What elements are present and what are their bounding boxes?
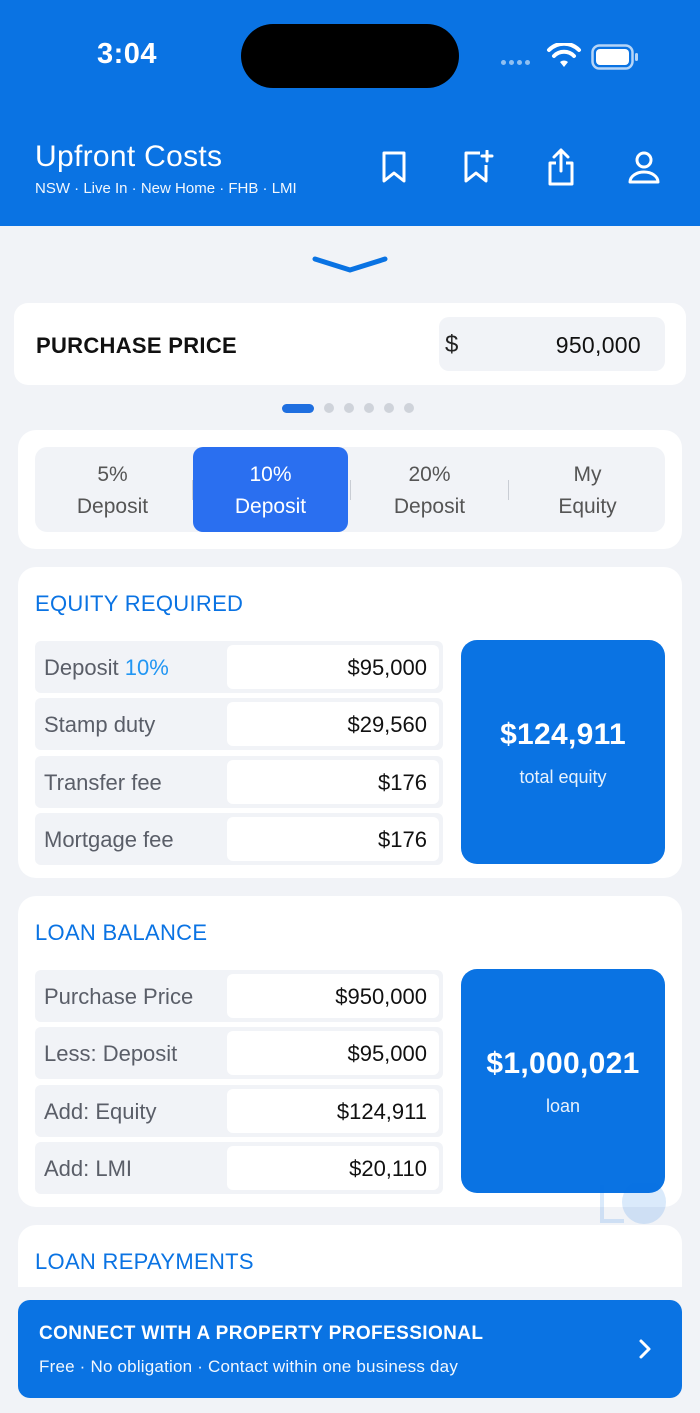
bookmark-add-button[interactable]: [458, 146, 498, 188]
chevron-down-icon[interactable]: [312, 254, 388, 274]
equity-row-mortgage-fee: Mortgage fee $176: [35, 813, 443, 865]
row-value-box: $124,911: [227, 1089, 439, 1133]
loan-balance-section: LOAN BALANCE Purchase Price $950,000 Les…: [18, 896, 682, 1207]
equity-row-stamp-duty: Stamp duty $29,560: [35, 698, 443, 750]
tab-label-bottom: Deposit: [393, 495, 466, 518]
bookmark-button[interactable]: [374, 146, 414, 188]
page-indicator: [282, 403, 414, 413]
row-value: $176: [378, 770, 427, 795]
loan-row-add-equity: Add: Equity $124,911: [35, 1085, 443, 1137]
equity-row-transfer-fee: Transfer fee $176: [35, 756, 443, 808]
loan-total-card: $1,000,021 loan: [461, 969, 665, 1193]
row-label: Stamp duty: [44, 712, 156, 737]
loan-row-add-lmi: Add: LMI $20,110: [35, 1142, 443, 1194]
cellular-signal-icon: [501, 60, 530, 65]
row-label: Add: Equity: [44, 1099, 157, 1124]
deposit-tabs: 5% Deposit 10% Deposit 20% Deposit My Eq…: [35, 447, 665, 532]
floating-logo-icon[interactable]: [600, 1183, 670, 1225]
deposit-percent: 10%: [124, 655, 169, 680]
row-value-box: $176: [227, 817, 439, 861]
row-value-box: $950,000: [227, 974, 439, 1018]
page-title: Upfront Costs: [35, 140, 223, 173]
row-value: $29,560: [347, 712, 427, 737]
tab-20-deposit[interactable]: 20% Deposit: [352, 447, 507, 532]
page-dot-active[interactable]: [282, 403, 314, 413]
cta-title: CONNECT WITH A PROPERTY PROFESSIONAL: [39, 1323, 484, 1344]
loan-total-caption: loan: [545, 1096, 581, 1116]
connect-professional-button[interactable]: CONNECT WITH A PROPERTY PROFESSIONAL Fre…: [18, 1300, 682, 1398]
page-dot[interactable]: [404, 403, 414, 413]
battery-icon: [591, 44, 638, 70]
loan-row-purchase-price: Purchase Price $950,000: [35, 970, 443, 1022]
row-value: $95,000: [347, 655, 427, 680]
row-label: Purchase Price: [44, 984, 194, 1009]
row-label: Less: Deposit: [44, 1041, 178, 1066]
tab-my-equity[interactable]: My Equity: [510, 447, 665, 532]
page-dot[interactable]: [344, 403, 354, 413]
deposit-selector-card: 5% Deposit 10% Deposit 20% Deposit My Eq…: [18, 430, 682, 549]
loan-repayments-section[interactable]: LOAN REPAYMENTS: [18, 1225, 682, 1287]
page-dot[interactable]: [384, 403, 394, 413]
section-title: LOAN REPAYMENTS: [35, 1249, 254, 1274]
share-button[interactable]: [541, 146, 581, 188]
share-icon: [548, 148, 574, 186]
row-label: Mortgage fee: [44, 827, 174, 852]
chevron-right-icon: [639, 1339, 651, 1359]
profile-icon: [628, 151, 660, 184]
row-label: Deposit 10%: [44, 655, 169, 681]
section-title: LOAN BALANCE: [35, 920, 208, 945]
tab-label-top: 10%: [249, 463, 292, 486]
row-value-box: $95,000: [227, 645, 439, 689]
dynamic-island: [241, 24, 459, 88]
page-dot[interactable]: [324, 403, 334, 413]
equity-row-deposit: Deposit 10% $95,000: [35, 641, 443, 693]
row-label: Transfer fee: [44, 770, 162, 795]
loan-row-less-deposit: Less: Deposit $95,000: [35, 1027, 443, 1079]
row-value: $950,000: [335, 984, 427, 1009]
page-subtitle: NSW · Live In · New Home · FHB · LMI: [35, 180, 297, 197]
tab-label-bottom: Equity: [558, 495, 617, 518]
row-value-box: $176: [227, 760, 439, 804]
tab-separator: [350, 480, 351, 500]
loan-total-value: $1,000,021: [486, 1047, 640, 1080]
bookmark-icon: [382, 151, 406, 183]
purchase-price-value: 950,000: [555, 332, 641, 358]
purchase-price-label: PURCHASE PRICE: [36, 333, 238, 358]
section-title: EQUITY REQUIRED: [35, 591, 244, 616]
currency-symbol: $: [445, 331, 459, 358]
wifi-icon: [547, 43, 581, 67]
bookmark-add-icon: [464, 150, 494, 183]
row-value: $176: [378, 827, 427, 852]
page-dot[interactable]: [364, 403, 374, 413]
cta-subtitle: Free · No obligation · Contact within on…: [39, 1357, 459, 1376]
equity-required-section: EQUITY REQUIRED Deposit 10% $95,000 Stam…: [18, 567, 682, 878]
tab-label-bottom: Deposit: [234, 495, 307, 518]
row-value-box: $29,560: [227, 702, 439, 746]
tab-label-bottom: Deposit: [76, 495, 149, 518]
total-equity-caption: total equity: [519, 767, 607, 787]
row-value-box: $20,110: [227, 1146, 439, 1190]
purchase-price-card: PURCHASE PRICE $ 950,000: [14, 303, 686, 385]
row-label: Add: LMI: [44, 1156, 133, 1181]
tab-label-top: My: [573, 463, 602, 486]
row-value: $124,911: [336, 1099, 427, 1124]
row-value: $95,000: [347, 1041, 427, 1066]
row-value: $20,110: [349, 1156, 427, 1181]
profile-button[interactable]: [624, 146, 664, 188]
tab-label-top: 5%: [97, 463, 128, 486]
tab-separator: [508, 480, 509, 500]
row-value-box: $95,000: [227, 1031, 439, 1075]
row-label-text: Deposit: [44, 655, 119, 680]
purchase-price-input[interactable]: $ 950,000: [439, 317, 665, 371]
status-time: 3:04: [97, 38, 158, 70]
tab-5-deposit[interactable]: 5% Deposit: [35, 447, 190, 532]
tab-10-deposit[interactable]: 10% Deposit: [193, 447, 348, 532]
total-equity-card: $124,911 total equity: [461, 640, 665, 864]
tab-label-top: 20%: [408, 463, 451, 486]
app-header: 3:04 Upfront Costs NSW · Live In · New H…: [0, 0, 700, 226]
total-equity-value: $124,911: [500, 718, 626, 751]
